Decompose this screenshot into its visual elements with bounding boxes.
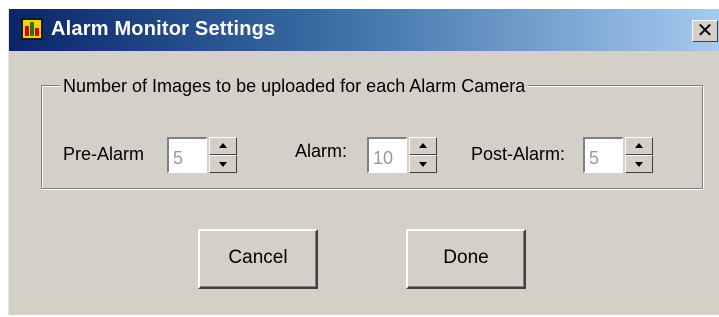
arrow-down-icon: [419, 162, 427, 167]
window-title: Alarm Monitor Settings: [51, 18, 276, 40]
arrow-up-icon: [635, 143, 643, 148]
post-alarm-label: Post-Alarm:: [471, 144, 566, 164]
post-alarm-spin-up-button[interactable]: [625, 137, 653, 155]
pre-alarm-input[interactable]: [167, 137, 207, 173]
close-icon: ✕: [696, 20, 714, 42]
pre-alarm-spin-up-button[interactable]: [209, 137, 237, 155]
arrow-up-icon: [419, 143, 427, 148]
post-alarm-input[interactable]: [583, 137, 623, 173]
close-button[interactable]: ✕: [692, 20, 718, 42]
alarm-label: Alarm:: [295, 141, 348, 161]
alarm-input[interactable]: [367, 137, 407, 173]
alarm-spin-up-button[interactable]: [409, 137, 437, 155]
arrow-down-icon: [635, 162, 643, 167]
cancel-button[interactable]: Cancel: [198, 229, 318, 289]
groupbox-legend: Number of Images to be uploaded for each…: [60, 76, 529, 97]
alarm-spin-down-button[interactable]: [409, 155, 437, 173]
dialog-window: Alarm Monitor Settings ✕ Number of Image…: [8, 9, 719, 315]
post-alarm-spin-down-button[interactable]: [625, 155, 653, 173]
arrow-down-icon: [219, 162, 227, 167]
pre-alarm-spin-down-button[interactable]: [209, 155, 237, 173]
done-button[interactable]: Done: [406, 229, 526, 289]
arrow-up-icon: [219, 143, 227, 148]
pre-alarm-label: Pre-Alarm: [63, 144, 145, 164]
alarm-monitor-icon: [21, 18, 43, 40]
title-bar[interactable]: Alarm Monitor Settings ✕: [9, 9, 719, 51]
